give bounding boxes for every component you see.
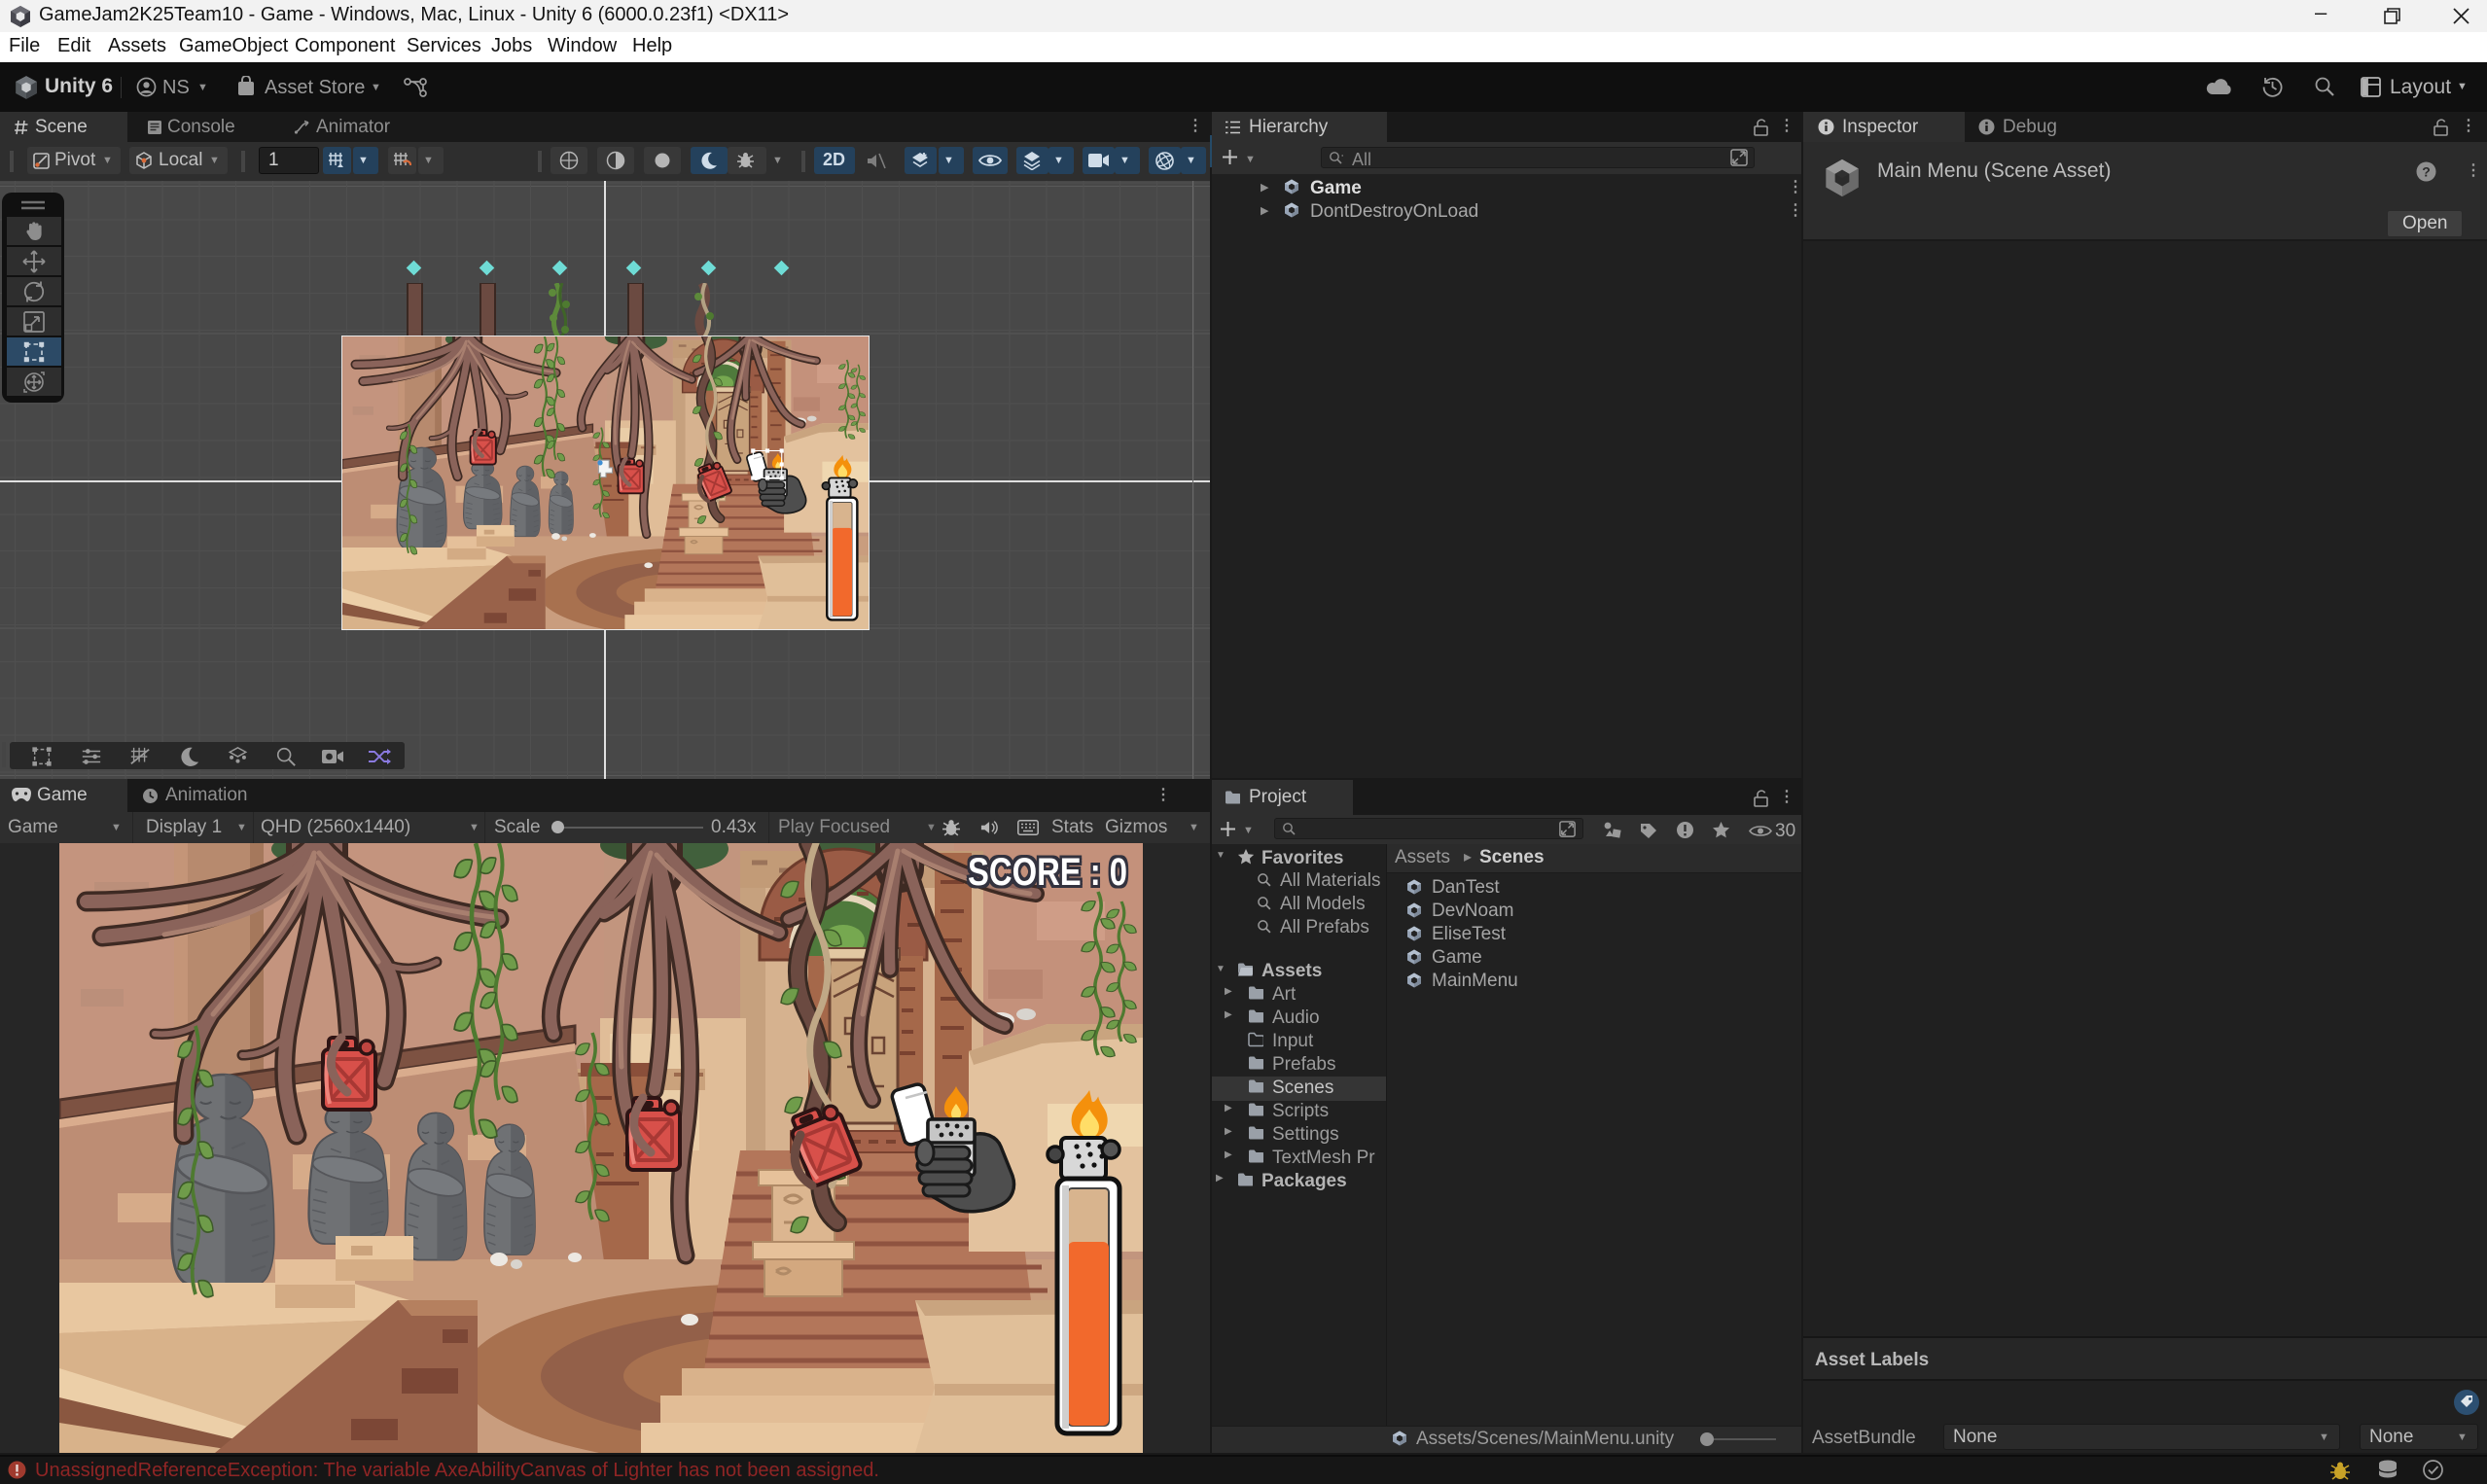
svg-text:?: ? — [2422, 164, 2431, 180]
